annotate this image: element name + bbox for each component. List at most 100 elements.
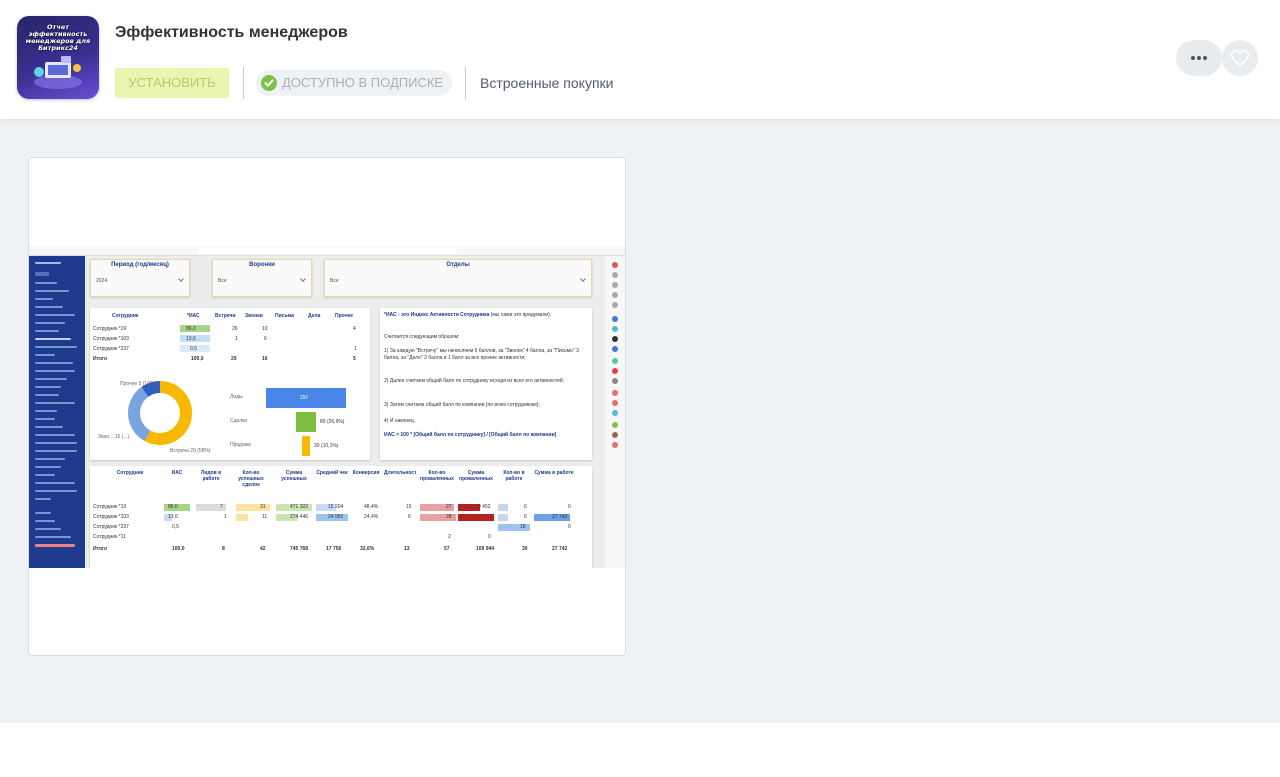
column-header: Сотрудник bbox=[116, 470, 144, 476]
table-cell: 2 bbox=[448, 534, 451, 540]
table-cell: 6 bbox=[408, 514, 411, 520]
column-header: Средний чек bbox=[316, 470, 348, 476]
info-step-2: 2) Далее считаем общий балл по сотрудник… bbox=[384, 378, 565, 384]
activity-card: Сотрудник *ИАС Встречи Звонки Письма Дел… bbox=[90, 308, 370, 460]
table-cell: Сотрудник *19 bbox=[93, 326, 127, 332]
filter-value: Все bbox=[330, 278, 339, 284]
donut-label: Встреча 29 (58%) bbox=[170, 448, 211, 454]
deals-card: Сотрудник ИАС Лидов в работе Кол-во успе… bbox=[90, 466, 592, 568]
table-cell: 0 bbox=[568, 524, 571, 530]
column-header: Сумма проваленных bbox=[459, 470, 493, 482]
table-cell: Сотрудник *103 bbox=[93, 514, 129, 520]
screenshot-card[interactable]: Период (год/месяц) 2024 Воронки Все Отде… bbox=[28, 157, 626, 656]
table-cell: 26 bbox=[232, 326, 238, 332]
column-header: Кол-во проваленных bbox=[420, 470, 454, 482]
table-cell: 17 756 bbox=[326, 546, 342, 552]
table-cell: 86,0 bbox=[168, 504, 178, 510]
app-title: Эффективность менеджеров bbox=[115, 24, 348, 41]
table-cell: 1 bbox=[354, 346, 357, 352]
table-cell: 7 bbox=[220, 504, 223, 510]
column-header: Конверсия bbox=[352, 470, 380, 476]
column-header: Длительность bbox=[384, 470, 416, 476]
in-app-purchases-label: Встроенные покупки bbox=[480, 75, 614, 91]
filter-label: Отделы bbox=[446, 262, 470, 268]
crm-right-rail bbox=[605, 256, 625, 568]
info-step-4: 4) И наконец, bbox=[384, 418, 416, 424]
app-logo: Отчет эффективность менеджеров для Битри… bbox=[17, 16, 99, 99]
funnel-label: Продажи bbox=[230, 442, 251, 448]
more-dots-icon bbox=[1191, 56, 1195, 60]
column-header: Дела bbox=[308, 313, 321, 319]
info-title-text: *ИАС - это Индекс Активности Сотрудника bbox=[384, 312, 490, 318]
table-cell: 8 bbox=[222, 546, 225, 552]
chevron-down-icon bbox=[580, 276, 586, 282]
column-header: Письма bbox=[275, 313, 294, 319]
table-cell: 0 bbox=[488, 534, 491, 540]
table-cell: 48,4% bbox=[364, 504, 379, 510]
table-cell: Сотрудник *103 bbox=[93, 336, 129, 342]
table-cell: 4 bbox=[353, 326, 356, 332]
info-step-1: 1) За каждую "Встречу" мы начисляем 5 ба… bbox=[384, 348, 579, 361]
screenshot-image: Период (год/месяц) 2024 Воронки Все Отде… bbox=[29, 246, 625, 568]
table-cell: 28 bbox=[446, 514, 452, 520]
table-cell: 109 944 bbox=[476, 546, 495, 552]
column-header: Звонки bbox=[245, 313, 263, 319]
table-cell: 15 204 bbox=[328, 504, 344, 510]
table-cell: 15 bbox=[406, 504, 412, 510]
column-header: ИАС bbox=[171, 470, 183, 476]
table-cell: 24 950 bbox=[328, 514, 344, 520]
dashboard: Период (год/месяц) 2024 Воронки Все Отде… bbox=[85, 256, 605, 568]
browser-bar bbox=[29, 246, 625, 256]
check-circle-icon bbox=[261, 75, 277, 91]
chevron-down-icon bbox=[178, 276, 184, 282]
funnel-label: Сделки bbox=[230, 418, 248, 424]
chevron-down-icon bbox=[300, 276, 306, 282]
table-cell: 29 bbox=[231, 356, 237, 362]
funnel-value: 80 (26,9%) bbox=[320, 419, 345, 425]
donut-label: Прочее 5 (10%) bbox=[120, 381, 157, 387]
table-cell: 0,5 bbox=[190, 346, 197, 352]
table-cell: 31 bbox=[260, 504, 266, 510]
table-cell: 13,6 bbox=[168, 514, 178, 520]
filter-value: Все bbox=[218, 278, 227, 284]
filter-label: Период (год/месяц) bbox=[111, 262, 169, 268]
install-button[interactable]: Установить bbox=[115, 68, 229, 98]
table-cell: 27 742 bbox=[552, 514, 568, 520]
funnel-label: Лиды bbox=[230, 394, 243, 400]
column-header: Прочее bbox=[335, 313, 354, 319]
table-cell: 13,6 bbox=[186, 336, 196, 342]
table-cell: Сотрудник *237 bbox=[93, 346, 129, 352]
column-header: Сотрудник bbox=[112, 313, 139, 319]
table-cell: 471 322 bbox=[290, 504, 309, 510]
info-title: *ИАС - это Индекс Активности Сотрудника … bbox=[384, 312, 584, 319]
favorite-button[interactable] bbox=[1222, 40, 1258, 76]
info-intro: Считается следующим образом: bbox=[384, 334, 460, 340]
table-cell: Итого bbox=[93, 356, 108, 362]
table-cell: 18 bbox=[520, 524, 526, 530]
table-cell: 100,0 bbox=[191, 356, 204, 362]
funnel-value: 297 bbox=[300, 395, 309, 401]
table-cell: 274 446 bbox=[290, 514, 309, 520]
table-cell: 1 bbox=[224, 514, 227, 520]
divider bbox=[465, 67, 466, 99]
table-cell: 0 bbox=[568, 504, 571, 510]
filter-funnels: Воронки Все bbox=[212, 259, 312, 297]
table-cell: 6 bbox=[264, 336, 267, 342]
table-cell: 100,0 bbox=[172, 546, 185, 552]
more-button[interactable] bbox=[1176, 40, 1222, 76]
table-cell: 745 768 bbox=[290, 546, 309, 552]
subscription-badge: Доступно в подписке bbox=[256, 70, 452, 96]
column-header: Сумма успешных bbox=[281, 470, 307, 482]
table-cell: 27 bbox=[446, 504, 452, 510]
table-cell: 86,0 bbox=[186, 326, 196, 332]
activity-donut-chart bbox=[128, 381, 192, 445]
table-cell: Сотрудник *19 bbox=[93, 504, 127, 510]
table-cell: 5 bbox=[353, 356, 356, 362]
browser-url bbox=[197, 248, 457, 254]
column-header: *ИАС bbox=[187, 313, 200, 319]
table-cell: 30 bbox=[522, 546, 528, 552]
info-formula: ИАС = 100 * [Общий балл по сотруднику] /… bbox=[384, 432, 557, 438]
table-cell: 11 bbox=[262, 514, 268, 520]
info-title-note: (мы сами это придумали). bbox=[490, 312, 552, 318]
subscription-label: Доступно в подписке bbox=[282, 75, 444, 90]
